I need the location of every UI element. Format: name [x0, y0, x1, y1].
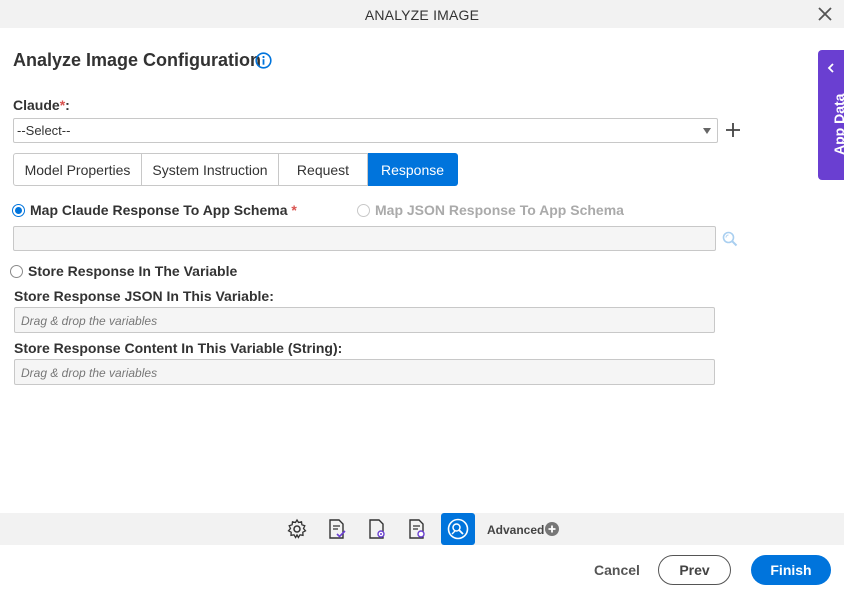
advanced-label[interactable]: Advanced [487, 523, 544, 537]
gear-icon[interactable] [281, 515, 313, 543]
plus-circle-icon[interactable] [545, 522, 559, 536]
content-variable-dropzone[interactable]: Drag & drop the variables [14, 359, 715, 385]
plus-icon[interactable] [725, 122, 741, 138]
dialog-titlebar: ANALYZE IMAGE [0, 0, 844, 28]
cancel-button[interactable]: Cancel [594, 562, 640, 578]
claude-select[interactable]: --Select-- [13, 118, 718, 143]
map-claude-radio[interactable] [12, 204, 25, 217]
info-icon[interactable] [255, 52, 272, 69]
document-check-icon[interactable] [321, 515, 353, 543]
store-variable-label: Store Response In The Variable [28, 263, 238, 279]
app-data-label: App Data [831, 93, 844, 155]
app-schema-field[interactable] [13, 226, 716, 251]
tab-response[interactable]: Response [368, 153, 458, 186]
map-json-radio[interactable] [357, 204, 370, 217]
dialog-title: ANALYZE IMAGE [364, 7, 480, 23]
content-variable-placeholder: Drag & drop the variables [21, 366, 158, 380]
json-variable-placeholder: Drag & drop the variables [21, 314, 158, 328]
chevron-left-icon [827, 63, 834, 73]
bottom-toolbar: Advanced [0, 513, 844, 545]
finish-button[interactable]: Finish [751, 555, 831, 585]
close-icon[interactable] [818, 7, 832, 21]
content-variable-label: Store Response Content In This Variable … [14, 340, 343, 356]
config-tabs: Model Properties System Instruction Requ… [13, 153, 458, 186]
tab-model-properties[interactable]: Model Properties [13, 153, 142, 186]
map-json-label: Map JSON Response To App Schema [375, 202, 624, 218]
tab-request[interactable]: Request [279, 153, 368, 186]
json-variable-dropzone[interactable]: Drag & drop the variables [14, 307, 715, 333]
store-variable-radio[interactable] [10, 265, 23, 278]
image-analyze-icon[interactable] [441, 513, 475, 545]
tab-system-instruction[interactable]: System Instruction [142, 153, 279, 186]
page-title: Analyze Image Configuration [13, 50, 262, 70]
map-claude-label: Map Claude Response To App Schema * [30, 202, 297, 218]
search-icon[interactable] [722, 231, 738, 247]
document-gear-icon[interactable] [401, 515, 433, 543]
json-variable-label: Store Response JSON In This Variable: [14, 288, 274, 304]
claude-field-label: Claude*: [13, 97, 70, 113]
claude-select-value: --Select-- [17, 123, 71, 138]
required-mark: * [291, 202, 297, 218]
claude-label-text: Claude [13, 97, 60, 113]
document-settings-icon[interactable] [361, 515, 393, 543]
chevron-down-icon [703, 128, 711, 134]
app-data-panel-tab[interactable]: App Data [818, 50, 844, 180]
map-claude-label-text: Map Claude Response To App Schema [30, 202, 288, 218]
prev-button[interactable]: Prev [658, 555, 731, 585]
label-colon: : [65, 97, 70, 113]
